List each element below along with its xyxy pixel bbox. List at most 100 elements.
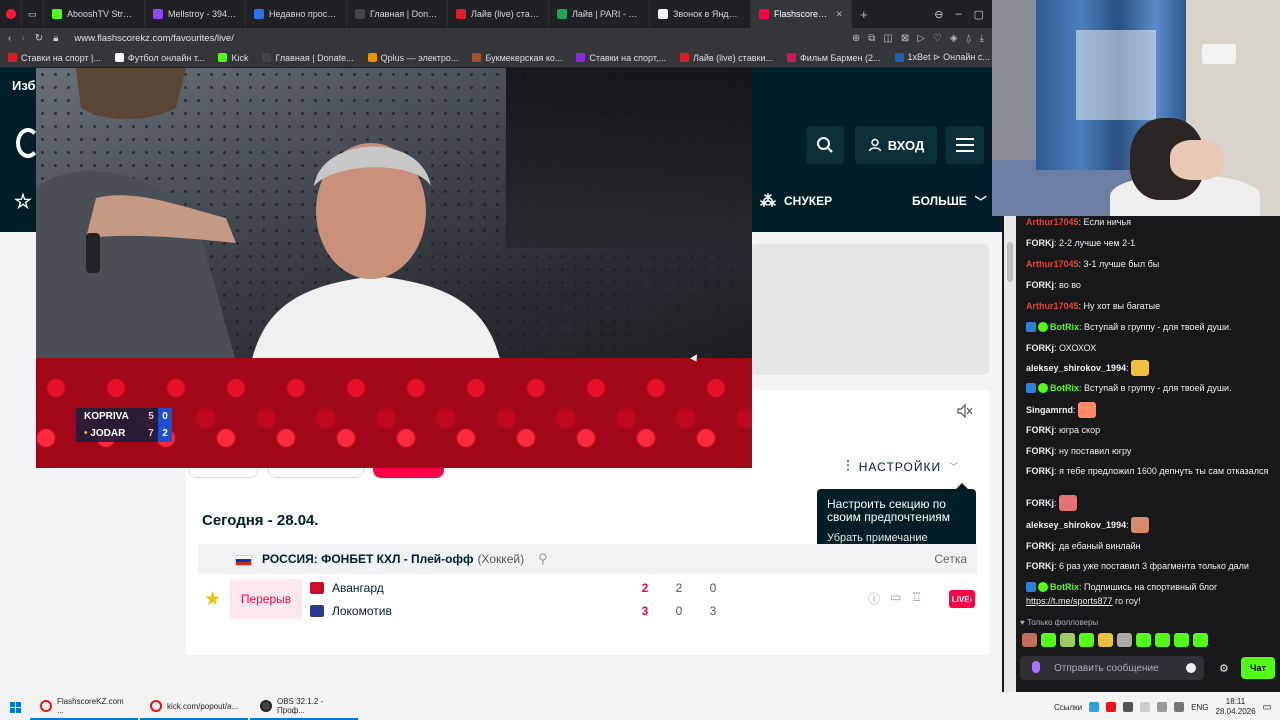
chat-username[interactable]: FORKj — [1026, 343, 1054, 353]
tennis-video-player[interactable]: KOPRIVA 5 0 • JODAR 7 2 — [36, 68, 752, 468]
settings-button[interactable]: ⫶ НАСТРОЙКИ ﹀ — [846, 458, 959, 475]
tray-app-icon[interactable] — [1140, 702, 1151, 712]
profile-icon[interactable]: ⍙ — [966, 33, 972, 44]
bookmark-item[interactable]: Ставки на спорт |... — [8, 53, 101, 63]
chat-username[interactable]: FORKj — [1026, 425, 1054, 435]
chat-username[interactable]: Singamrnd — [1026, 405, 1073, 415]
browser-tab[interactable]: AbooshTV Stream — [44, 0, 145, 28]
download-icon[interactable]: ⤓ — [980, 33, 984, 44]
chat-username[interactable]: FORKj — [1026, 280, 1054, 290]
browser-tab[interactable]: Mellstroy - 394243 — [145, 0, 246, 28]
page-scrollbar[interactable] — [1004, 216, 1016, 692]
bookmark-item[interactable]: Ставки на спорт,... — [576, 53, 666, 63]
nav-more[interactable]: БОЛЬШЕ ﹀ — [912, 193, 987, 210]
chat-username[interactable]: FORKj — [1026, 541, 1054, 551]
bookmark-item[interactable]: Футбол онлайн т... — [114, 53, 204, 63]
chat-input[interactable]: Отправить сообщение — [1020, 656, 1204, 680]
adblock-icon[interactable]: ⊠ — [901, 33, 909, 44]
emote-icon[interactable] — [1022, 633, 1037, 647]
bracket-link[interactable]: Сетка — [934, 552, 967, 566]
login-button[interactable]: ВХОД — [855, 126, 937, 164]
info-icon[interactable]: ⓘ — [868, 590, 880, 607]
language-indicator[interactable]: ENG — [1191, 703, 1208, 712]
notification-icon[interactable]: ▭ — [1263, 702, 1272, 713]
emote-icon[interactable] — [1079, 633, 1094, 647]
taskbar-app[interactable]: kick.com/popout/a... — [140, 694, 248, 720]
new-tab-button[interactable]: + — [852, 7, 876, 22]
favourite-star-icon[interactable]: ★ — [204, 588, 221, 611]
search-button[interactable] — [806, 126, 844, 164]
emote-icon[interactable] — [1041, 633, 1056, 647]
bookmark-item[interactable]: Главная | Donate... — [262, 53, 354, 63]
start-button[interactable] — [0, 701, 30, 713]
reload-icon[interactable]: ↻ — [35, 33, 43, 44]
scrollbar-thumb[interactable] — [1007, 242, 1013, 282]
browser-menu-icon[interactable] — [0, 0, 22, 28]
bookmark-icon[interactable]: ♡ — [933, 33, 942, 44]
maximize-button[interactable]: ▢ — [974, 8, 984, 21]
chat-username[interactable]: BotRix — [1050, 322, 1079, 332]
wallet-icon[interactable]: ◈ — [950, 33, 958, 44]
search-tabs-icon[interactable]: ⊖ — [934, 8, 943, 21]
bookmark-item[interactable]: Лайв (live) ставки... — [679, 53, 773, 63]
chat-username[interactable]: BotRix — [1050, 582, 1079, 592]
bookmark-item[interactable]: Букмекерская ко... — [472, 53, 562, 63]
gear-icon[interactable]: ⚙ — [1219, 662, 1229, 675]
tv-icon[interactable]: ▭ — [890, 590, 901, 607]
tooltip-dismiss-link[interactable]: Убрать примечание — [827, 532, 966, 544]
bookmark-item[interactable]: Kick — [218, 53, 248, 63]
emote-icon[interactable] — [1193, 633, 1208, 647]
obs-tray-icon[interactable] — [1123, 702, 1134, 712]
browser-tab[interactable]: Недавно прослуш... — [246, 0, 347, 28]
opera-tray-icon[interactable] — [1106, 702, 1117, 712]
browser-tab[interactable]: Звонок в Яндекс Т... — [650, 0, 751, 28]
chat-username[interactable]: BotRix — [1050, 383, 1079, 393]
mic-icon[interactable] — [1032, 661, 1040, 673]
emote-icon[interactable] — [1098, 633, 1113, 647]
zoom-icon[interactable]: ⊕ — [852, 33, 860, 44]
clock[interactable]: 18:11 28.04.2026 — [1216, 697, 1256, 717]
chat-send-button[interactable]: Чат — [1241, 657, 1275, 679]
bookmark-item[interactable]: 1xBet ⊳ Онлайн с... — [894, 52, 990, 63]
chat-link[interactable]: https://t.me/sports877 — [1026, 596, 1113, 606]
chat-username[interactable]: aleksey_shirokov_1994 — [1026, 363, 1126, 373]
bookmark-item[interactable]: Qplus — электро... — [367, 53, 458, 63]
chat-username[interactable]: aleksey_shirokov_1994 — [1026, 520, 1126, 530]
links-label[interactable]: Ссылки — [1054, 703, 1082, 712]
minimize-button[interactable]: – — [955, 8, 961, 21]
browser-tab[interactable]: FlashscoreKZ.com - Избр... ✕ — [751, 0, 852, 28]
bookmark-item[interactable]: Фильм Бармен (2... — [786, 53, 881, 63]
vpn-icon[interactable]: ◫ — [883, 33, 892, 44]
back-icon[interactable]: ‹ — [8, 33, 11, 44]
chat-username[interactable]: Arthur17045 — [1026, 217, 1079, 227]
browser-tab[interactable]: Лайв (live) став... — [448, 0, 549, 28]
player-icon[interactable]: ▷ — [917, 33, 925, 44]
taskbar-app[interactable]: FlashscoreKZ.com ... — [30, 694, 138, 720]
url-field[interactable]: www.flashscorekz.com/favourites/live/ — [74, 33, 233, 44]
chat-username[interactable]: FORKj — [1026, 561, 1054, 571]
volume-icon[interactable] — [1174, 702, 1185, 712]
emote-icon[interactable] — [1174, 633, 1189, 647]
chat-username[interactable]: Arthur17045 — [1026, 301, 1079, 311]
match-row[interactable]: ★ Перерыв Авангард Локомотив 2 3 2 0 0 3… — [198, 576, 977, 622]
chat-username[interactable]: FORKj — [1026, 238, 1054, 248]
network-icon[interactable] — [1157, 702, 1168, 712]
tab-overview-icon[interactable]: ▭ — [22, 0, 44, 28]
emote-icon[interactable] — [1136, 633, 1151, 647]
hamburger-menu-button[interactable] — [946, 126, 984, 164]
forward-icon[interactable]: › — [21, 33, 24, 44]
pin-icon[interactable]: ⚲ — [538, 551, 548, 567]
favourites-star-icon[interactable]: ☆ — [14, 189, 32, 214]
chat-username[interactable]: FORKj — [1026, 498, 1054, 508]
emote-icon[interactable] — [1060, 633, 1075, 647]
nav-snooker[interactable]: ⁂ СНУКЕР — [760, 191, 832, 211]
chat-username[interactable]: FORKj — [1026, 466, 1054, 476]
emote-icon[interactable] — [1155, 633, 1170, 647]
snapshot-icon[interactable]: ⧉ — [868, 33, 875, 44]
mute-icon[interactable] — [957, 404, 973, 418]
emoji-icon[interactable] — [1186, 663, 1196, 673]
shirt-icon[interactable]: ♖ — [911, 590, 922, 607]
browser-tab[interactable]: Лайв | PARI - Лайв — [549, 0, 650, 28]
emote-icon[interactable] — [1117, 633, 1132, 647]
league-header[interactable]: РОССИЯ: ФОНБЕТ КХЛ - Плей-офф (Хоккей) ⚲… — [198, 544, 977, 574]
